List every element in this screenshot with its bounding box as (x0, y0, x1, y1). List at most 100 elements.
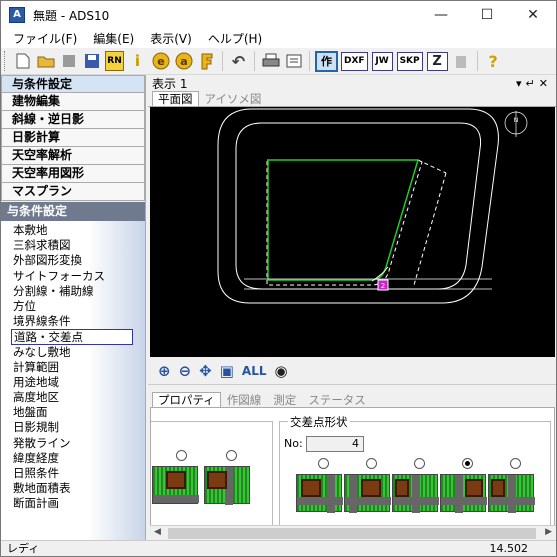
north-arrow-icon: N (504, 111, 528, 137)
print-icon[interactable] (261, 51, 280, 71)
category-item[interactable]: 建物編集 (1, 93, 145, 111)
toolbar-separator (476, 51, 478, 71)
road-shape-thumbnail[interactable] (204, 466, 250, 505)
tab-measure[interactable]: 測定 (267, 392, 302, 407)
property-tabs: プロパティ 作図線 測定 ステータス (148, 387, 556, 407)
intersection-thumbnail[interactable] (392, 474, 439, 513)
list-item[interactable]: 三斜求積図 (1, 238, 145, 253)
list-item[interactable]: 用途地域 (1, 375, 145, 390)
intersection-radio-selected[interactable] (462, 458, 473, 469)
list-item[interactable]: サイトフォーカス (1, 269, 145, 284)
toolbar-separator (254, 51, 255, 71)
list-item[interactable]: 外部図形変換 (1, 253, 145, 268)
intersection-radio[interactable] (366, 458, 377, 469)
intersection-radio[interactable] (318, 458, 329, 469)
list-item[interactable]: 地盤面 (1, 405, 145, 420)
road-shape-thumbnail[interactable] (152, 466, 199, 504)
mode-z-button[interactable]: Z (426, 51, 448, 71)
road-shape-radio[interactable] (226, 450, 237, 461)
rn-icon[interactable]: RN (105, 51, 124, 71)
app-window: A 無題 - ADS10 — ☐ ✕ ファイル(F) 編集(E) 表示(V) ヘ… (0, 0, 557, 557)
list-item[interactable]: 高度地区 (1, 390, 145, 405)
left-pane: 与条件設定 建物編集 斜線・逆日影 日影計算 天空率解析 天空率用図形 マスプラ… (1, 75, 146, 541)
intersection-radio[interactable] (510, 458, 521, 469)
window-title: 無題 - ADS10 (33, 8, 110, 23)
eye-icon[interactable]: ◉ (275, 362, 288, 380)
pan-icon[interactable]: ✥ (199, 362, 212, 380)
intersection-thumbnail[interactable] (440, 474, 487, 513)
list-item[interactable]: 発散ライン (1, 436, 145, 451)
category-item[interactable]: 天空率解析 (1, 147, 145, 165)
menu-view[interactable]: 表示(V) (142, 30, 200, 47)
toolbar-grip[interactable] (4, 51, 7, 71)
tab-isometric[interactable]: アイソメ図 (199, 91, 268, 106)
new-file-icon[interactable] (13, 51, 32, 71)
zoom-in-icon[interactable]: ⊕ (158, 362, 171, 380)
maximize-button[interactable]: ☐ (464, 1, 510, 29)
list-item-selected[interactable]: 道路・交差点 (11, 329, 133, 345)
zoom-out-icon[interactable]: ⊖ (179, 362, 192, 380)
menu-help[interactable]: ヘルプ(H) (200, 30, 270, 47)
category-item[interactable]: 与条件設定 (1, 75, 145, 93)
category-item[interactable]: 斜線・逆日影 (1, 111, 145, 129)
tab-drawing-lines[interactable]: 作図線 (221, 392, 268, 407)
no-input[interactable]: 4 (306, 436, 364, 452)
open-folder-icon[interactable] (36, 51, 55, 71)
list-item[interactable]: 境界線条件 (1, 314, 145, 329)
undo-icon[interactable]: ↶ (229, 51, 248, 71)
road-shape-radio[interactable] (176, 450, 187, 461)
e-circle-icon[interactable]: e (151, 51, 170, 71)
mode-create-button[interactable]: 作 (315, 50, 338, 72)
list-item[interactable]: 断面計画 (1, 496, 145, 511)
intersection-thumbnail[interactable] (344, 474, 391, 513)
mode-jw-button[interactable]: JW (371, 51, 393, 71)
app-icon: A (9, 7, 25, 23)
no-label: No: (284, 437, 303, 450)
zoom-window-icon[interactable]: ▣ (220, 362, 234, 380)
list-item[interactable]: 敷地面積表 (1, 481, 145, 496)
f-icon[interactable] (197, 51, 216, 71)
marker-label: 2 (381, 282, 385, 290)
intersection-thumbnail[interactable] (488, 474, 535, 513)
close-button[interactable]: ✕ (510, 1, 556, 29)
list-item[interactable]: 緯度経度 (1, 451, 145, 466)
scroll-right-icon[interactable]: ▶ (545, 527, 552, 537)
building-icon[interactable] (452, 51, 471, 71)
horizontal-scrollbar[interactable]: ◀ ▶ (150, 525, 556, 540)
list-item[interactable]: 本敷地 (1, 223, 145, 238)
category-item[interactable]: マスプラン (1, 183, 145, 201)
road-shape-group (151, 421, 273, 529)
minimize-button[interactable]: — (418, 1, 464, 29)
category-item[interactable]: 天空率用図形 (1, 165, 145, 183)
stop-icon[interactable] (59, 51, 78, 71)
a-circle-icon[interactable]: a (174, 51, 193, 71)
mode-dxf-button[interactable]: DXF (341, 51, 368, 71)
tab-properties[interactable]: プロパティ (152, 392, 221, 407)
list-item[interactable]: 分割線・補助線 (1, 284, 145, 299)
save-icon[interactable] (82, 51, 101, 71)
view-window-controls-icon[interactable]: ▾↵✕ (516, 77, 552, 90)
properties-icon[interactable] (284, 51, 303, 71)
list-item[interactable]: 日照条件 (1, 466, 145, 481)
tab-plan[interactable]: 平面図 (152, 91, 199, 106)
scroll-left-icon[interactable]: ◀ (154, 527, 161, 537)
status-text: レディ (7, 542, 40, 555)
help-icon[interactable]: ? (484, 51, 503, 71)
zoom-all-button[interactable]: ALL (242, 364, 267, 378)
info-icon[interactable]: i (128, 51, 147, 71)
plan-canvas[interactable]: 2 N (150, 107, 555, 357)
menu-edit[interactable]: 編集(E) (85, 30, 142, 47)
list-item[interactable]: 計算範囲 (1, 360, 145, 375)
mode-skp-button[interactable]: SKP (396, 51, 423, 71)
scrollbar-thumb[interactable] (168, 528, 536, 539)
intersection-thumbnail[interactable] (296, 474, 343, 513)
list-item[interactable]: みなし敷地 (1, 345, 145, 360)
menu-bar: ファイル(F) 編集(E) 表示(V) ヘルプ(H) (1, 29, 556, 48)
tab-status[interactable]: ステータス (302, 392, 372, 407)
intersection-shape-label: 交差点形状 (288, 414, 350, 430)
list-item[interactable]: 方位 (1, 299, 145, 314)
category-item[interactable]: 日影計算 (1, 129, 145, 147)
intersection-radio[interactable] (414, 458, 425, 469)
list-item[interactable]: 日影規制 (1, 420, 145, 435)
menu-file[interactable]: ファイル(F) (5, 30, 85, 47)
